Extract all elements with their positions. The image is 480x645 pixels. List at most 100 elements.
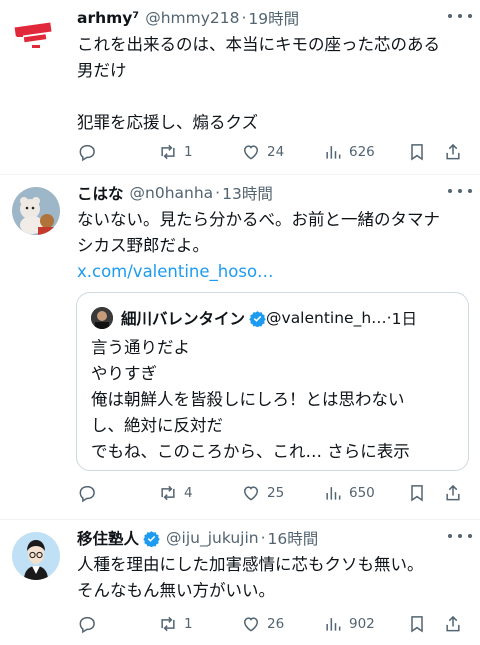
bookmark-icon <box>411 485 423 502</box>
bookmark-button[interactable] <box>407 481 427 505</box>
avatar[interactable] <box>12 12 60 60</box>
more-options-icon[interactable] <box>448 183 472 199</box>
share-button[interactable] <box>443 481 463 505</box>
reply-button[interactable] <box>77 481 103 505</box>
quoted-text-line: し、絶対に反対だ <box>91 416 223 435</box>
retweet-button[interactable]: 4 <box>158 481 193 505</box>
reply-button[interactable] <box>77 140 103 164</box>
analytics-icon <box>326 487 341 500</box>
user-handle[interactable]: @iju_jukujin <box>166 529 259 547</box>
retweet-icon <box>161 144 175 160</box>
avatar-image <box>12 532 60 580</box>
tweet-text-line: 男だけ <box>77 61 127 80</box>
display-name[interactable]: 移住塾人 <box>77 527 139 549</box>
bookmark-button[interactable] <box>407 140 427 164</box>
tweet-text-line: これを出来るのは、本当にキモの座った芯のある <box>77 35 440 54</box>
share-button[interactable] <box>443 140 463 164</box>
quoted-text-line: やりすぎ <box>91 364 157 383</box>
separator-dot: · <box>241 9 247 27</box>
heart-icon <box>243 145 259 160</box>
heart-icon <box>243 617 259 632</box>
more-options-icon[interactable] <box>448 8 472 24</box>
avatar[interactable] <box>12 532 60 580</box>
tweet-header: arhmy⁷ @hmmy218 · 19時間 <box>77 6 468 30</box>
quoted-tweet-text: 言う通りだよ やりすぎ 俺は朝鮮人を皆殺しにしろ！とは思わない し、絶対に反対だ… <box>91 335 456 465</box>
reply-icon <box>79 486 95 503</box>
like-count: 25 <box>267 485 285 501</box>
tweet-text-line: そんなもん無い方がいい。 <box>77 581 275 600</box>
reply-icon <box>79 617 95 634</box>
like-button[interactable]: 24 <box>241 140 284 164</box>
reply-icon <box>79 145 95 162</box>
analytics-icon <box>326 146 341 159</box>
timestamp[interactable]: 13時間 <box>222 182 273 204</box>
share-icon <box>446 615 460 632</box>
tweet-text: これを出来るのは、本当にキモの座った芯のある 男だけ 犯罪を応援し、煽るクズ <box>77 32 468 136</box>
retweet-button[interactable]: 1 <box>158 140 193 164</box>
tweet-text: ないない。見たら分かるべ。お前と一緒のタマナ シカス野郎だよ。 x.com/va… <box>77 207 468 285</box>
like-button[interactable]: 25 <box>241 481 284 505</box>
quoted-avatar <box>91 307 113 329</box>
reply-button[interactable] <box>77 612 103 636</box>
tweet-text-line: シカス野郎だよ。 <box>77 236 209 255</box>
user-handle[interactable]: @hmmy218 <box>145 9 239 27</box>
quoted-tweet-header: 細川バレンタイン @valentine_h… · 1日 <box>91 307 458 329</box>
quoted-tweet[interactable]: 細川バレンタイン @valentine_h… · 1日 言う通りだよ やりすぎ … <box>76 292 469 471</box>
view-count: 902 <box>349 616 375 632</box>
timestamp[interactable]: 19時間 <box>248 7 299 29</box>
views-button[interactable]: 650 <box>323 481 375 505</box>
share-button[interactable] <box>443 612 463 636</box>
retweet-count: 1 <box>184 616 193 632</box>
tweet-text-line: ないない。見たら分かるべ。お前と一緒のタマナ <box>77 210 440 229</box>
quoted-timestamp: 1日 <box>391 310 417 328</box>
tweet-text-line: 犯罪を応援し、煽るクズ <box>77 113 259 132</box>
quoted-user-handle: @valentine_h… <box>266 309 387 327</box>
retweet-icon <box>161 616 175 632</box>
tweet[interactable]: 移住塾人 @iju_jukujin · 16時間 人種を理由にした加害感情に芯も… <box>0 520 480 645</box>
avatar[interactable] <box>12 187 60 235</box>
bookmark-icon <box>411 144 423 161</box>
user-handle[interactable]: @n0hanha <box>130 184 214 202</box>
avatar-image <box>12 187 60 235</box>
separator-dot: · <box>215 184 221 202</box>
views-button[interactable]: 626 <box>323 140 375 164</box>
verified-badge-icon <box>249 310 266 327</box>
action-bar: 1 26 902 <box>77 612 468 636</box>
timestamp[interactable]: 16時間 <box>268 527 319 549</box>
action-bar: 1 24 626 <box>77 140 468 164</box>
retweet-icon <box>161 485 175 501</box>
heart-icon <box>243 486 259 501</box>
tweet-text-line <box>77 84 468 110</box>
more-options-icon[interactable] <box>448 528 472 544</box>
tweet-text: 人種を理由にした加害感情に芯もクソも無い。 そんなもん無い方がいい。 <box>77 552 468 604</box>
share-icon <box>446 143 460 160</box>
share-icon <box>446 484 460 501</box>
views-button[interactable]: 902 <box>323 612 375 636</box>
tweet[interactable]: arhmy⁷ @hmmy218 · 19時間 これを出来るのは、本当にキモの座っ… <box>0 0 480 172</box>
retweet-button[interactable]: 1 <box>158 612 193 636</box>
retweet-count: 1 <box>184 144 193 160</box>
like-count: 26 <box>267 616 285 632</box>
analytics-icon <box>326 618 341 631</box>
display-name[interactable]: arhmy⁷ <box>77 9 139 27</box>
tweet-text-line: 人種を理由にした加害感情に芯もクソも無い。 <box>77 555 424 574</box>
quoted-text-line: でもね、このころから、これ… さらに表示 <box>91 442 410 461</box>
display-name[interactable]: こはな <box>77 182 124 204</box>
like-button[interactable]: 26 <box>241 612 284 636</box>
tweet-link[interactable]: x.com/valentine_hoso… <box>77 259 468 285</box>
quoted-display-name: 細川バレンタイン <box>121 310 246 328</box>
tweet[interactable]: こはな @n0hanha · 13時間 ないない。見たら分かるべ。お前と一緒のタ… <box>0 175 480 510</box>
view-count: 650 <box>349 485 375 501</box>
action-bar: 4 25 650 <box>77 481 468 505</box>
bookmark-button[interactable] <box>407 612 427 636</box>
tweet-header: こはな @n0hanha · 13時間 <box>77 181 468 205</box>
separator-dot: · <box>260 529 266 547</box>
like-count: 24 <box>267 144 285 160</box>
bookmark-icon <box>411 616 423 633</box>
tweet-header: 移住塾人 @iju_jukujin · 16時間 <box>77 526 468 550</box>
quoted-text-line: 俺は朝鮮人を皆殺しにしろ！とは思わない <box>91 390 405 409</box>
retweet-count: 4 <box>184 485 193 501</box>
verified-badge-icon <box>143 530 160 547</box>
avatar-image <box>12 12 60 60</box>
view-count: 626 <box>349 144 375 160</box>
